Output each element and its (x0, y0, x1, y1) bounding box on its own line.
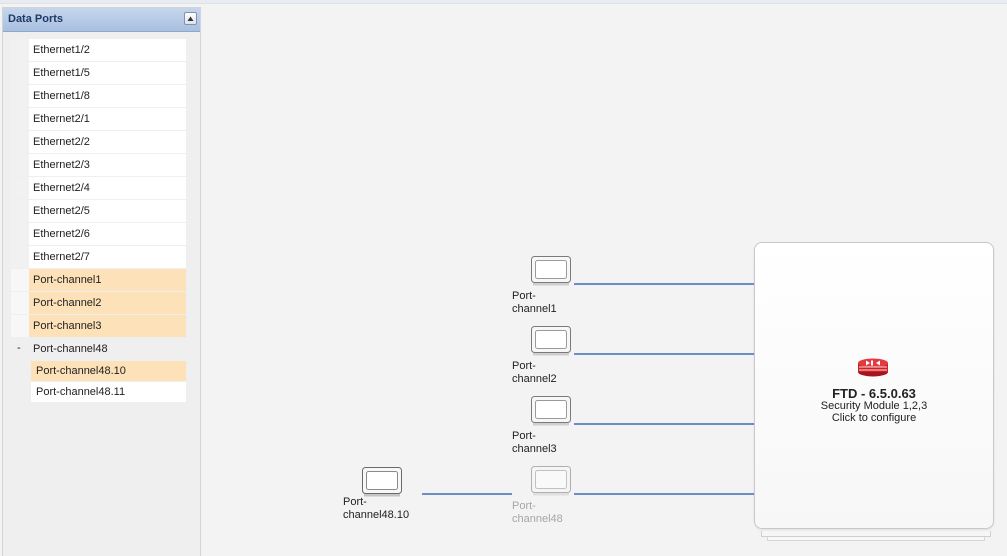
port-item-selected[interactable]: Port-channel2 (11, 292, 186, 314)
panel-header: Data Ports (3, 8, 200, 32)
port-label: Ethernet2/1 (33, 113, 90, 125)
port-channel1-label: Port-channel1 (512, 290, 557, 315)
link-line-pc3 (574, 423, 754, 425)
port-item[interactable]: Ethernet1/5 (11, 62, 186, 84)
link-line-pc1 (574, 283, 754, 285)
port-label: Ethernet2/7 (33, 251, 90, 263)
port-label: Ethernet2/5 (33, 205, 90, 217)
port-channel1-node[interactable] (530, 255, 572, 287)
port-channel48-node[interactable] (530, 465, 572, 497)
port-item[interactable]: Ethernet2/4 (11, 177, 186, 199)
port-item[interactable]: Ethernet2/3 (11, 154, 186, 176)
port-item[interactable]: Ethernet2/1 (11, 108, 186, 130)
port-label: Ethernet1/5 (33, 67, 90, 79)
port-label: Ethernet1/2 (33, 44, 90, 56)
link-line-pc2 (574, 353, 754, 355)
port-label: Ethernet2/2 (33, 136, 90, 148)
device-stack-shadow (767, 537, 985, 541)
device-subtitle: Security Module 1,2,3 (820, 400, 928, 412)
port-item[interactable]: Ethernet1/8 (11, 85, 186, 107)
port-channel3-node[interactable] (530, 395, 572, 427)
subinterface-item[interactable]: Port-channel48.11 (31, 382, 186, 402)
subinterface-item-selected[interactable]: Port-channel48.10 (31, 361, 186, 381)
port-icon (531, 396, 571, 426)
port-list: Ethernet1/2 Ethernet1/5 Ethernet1/8 Ethe… (11, 39, 186, 403)
port-channel48-10-node[interactable] (361, 466, 403, 498)
port-icon (531, 256, 571, 286)
firewall-icon (857, 357, 889, 380)
link-line-pc4810 (422, 493, 512, 495)
port-label: Ethernet1/8 (33, 90, 90, 102)
port-item[interactable]: Ethernet2/5 (11, 200, 186, 222)
device-stack-shadow (761, 531, 991, 537)
port-channel2-label: Port-channel2 (512, 360, 557, 385)
port-label: Port-channel1 (33, 274, 102, 286)
link-line-pc48 (574, 493, 754, 495)
subinterface-label: Port-channel48.11 (36, 386, 126, 398)
subinterface-label: Port-channel48.10 (36, 365, 126, 377)
collapse-toggle[interactable]: - (17, 342, 21, 354)
port-icon (531, 466, 571, 496)
port-item[interactable]: Ethernet2/2 (11, 131, 186, 153)
port-channel48-10-label: Port-channel48.10 (343, 496, 410, 521)
port-label: Port-channel3 (33, 320, 102, 332)
security-module-card[interactable]: FTD - 6.5.0.63 Security Module 1,2,3 Cli… (754, 242, 994, 529)
port-item[interactable]: Ethernet2/6 (11, 223, 186, 245)
port-group-label: Port-channel48 (33, 343, 108, 355)
topology-canvas: Port-channel1 Port-channel2 Port-channel… (203, 4, 1007, 556)
port-label: Ethernet2/6 (33, 228, 90, 240)
port-item-selected[interactable]: Port-channel1 (11, 269, 186, 291)
panel-title: Data Ports (8, 13, 64, 25)
port-item-selected[interactable]: Port-channel3 (11, 315, 186, 337)
port-channel2-node[interactable] (530, 325, 572, 357)
device-title: FTD - 6.5.0.63 (832, 386, 916, 401)
chevron-up-icon (187, 16, 194, 21)
port-item[interactable]: Ethernet1/2 (11, 39, 186, 61)
port-item[interactable]: Ethernet2/7 (11, 246, 186, 268)
port-group-item[interactable]: - Port-channel48 (11, 338, 186, 360)
port-icon (531, 326, 571, 356)
configure-link[interactable]: Click to configure (755, 412, 993, 424)
port-label: Ethernet2/3 (33, 159, 90, 171)
port-label: Port-channel2 (33, 297, 102, 309)
port-icon (362, 467, 402, 497)
collapse-button[interactable] (184, 12, 197, 25)
port-channel3-label: Port-channel3 (512, 430, 557, 455)
port-label: Ethernet2/4 (33, 182, 90, 194)
data-ports-panel: Data Ports Ethernet1/2 Ethernet1/5 Ether… (2, 7, 201, 556)
port-channel48-label: Port-channel48 (512, 500, 563, 525)
